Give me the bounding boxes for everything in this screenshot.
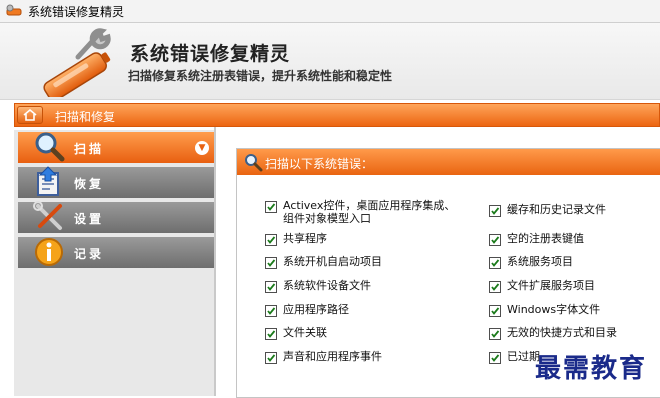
- wrench-battery-icon: [43, 28, 111, 97]
- sidebar-item-settings[interactable]: 设置: [18, 201, 214, 233]
- chevron-down-icon[interactable]: ▼: [195, 141, 209, 155]
- panel-title: 扫描以下系统错误：: [265, 157, 374, 171]
- window-titlebar: 系统错误修复精灵: [0, 0, 660, 23]
- checkbox-label: Windows字体文件: [507, 303, 601, 316]
- tools-icon: [33, 201, 62, 230]
- sidebar-item-label: 记录: [74, 247, 105, 261]
- breadcrumb-label: 扫描和修复: [55, 110, 116, 124]
- sidebar-item-label: 设置: [74, 212, 105, 226]
- checkbox-label: 文件关联: [283, 326, 327, 339]
- app-icon: [6, 4, 22, 16]
- checkbox-label: 无效的快捷方式和目录: [507, 326, 617, 339]
- checkbox[interactable]: [489, 352, 501, 364]
- magnifier-icon: [35, 132, 65, 162]
- home-icon: [23, 109, 37, 121]
- home-button[interactable]: [17, 106, 43, 124]
- banner-subtitle: 扫描修复系统注册表错误，提升系统性能和稳定性: [128, 69, 393, 83]
- sidebar-item-log[interactable]: 记录: [18, 237, 214, 268]
- sidebar: 扫描 ▼ 恢复 设置 记录: [14, 130, 214, 396]
- checkbox-label: 文件扩展服务项目: [507, 279, 595, 292]
- checkbox-label: 系统软件设备文件: [283, 279, 371, 292]
- sidebar-item-restore[interactable]: 恢复: [18, 166, 214, 198]
- checkbox[interactable]: [489, 281, 501, 293]
- checkbox-label: 空的注册表键值: [507, 232, 584, 245]
- watermark: 最需教育: [535, 354, 648, 384]
- checkbox[interactable]: [489, 205, 501, 217]
- sidebar-item-label: 扫描: [74, 142, 105, 156]
- checkbox[interactable]: [265, 257, 277, 269]
- checkbox-label: 共享程序: [283, 232, 327, 245]
- checkbox-label: 系统服务项目: [507, 255, 573, 268]
- checkbox[interactable]: [265, 352, 277, 364]
- checkbox[interactable]: [489, 234, 501, 246]
- checkbox-label: 声音和应用程序事件: [283, 350, 382, 363]
- info-icon: [35, 238, 63, 266]
- checkbox[interactable]: [265, 281, 277, 293]
- app-banner: 系统错误修复精灵 扫描修复系统注册表错误，提升系统性能和稳定性: [0, 23, 660, 100]
- checkbox-label: 应用程序路径: [283, 303, 349, 316]
- restore-icon: [37, 166, 59, 196]
- checkbox[interactable]: [265, 305, 277, 317]
- checkbox-label: 系统开机自启动项目: [283, 255, 382, 268]
- checkbox-label: 缓存和历史记录文件: [507, 203, 606, 216]
- checkbox[interactable]: [265, 328, 277, 340]
- checkbox[interactable]: [489, 328, 501, 340]
- scan-icon: [245, 154, 263, 172]
- checkbox[interactable]: [489, 305, 501, 317]
- checkbox[interactable]: [265, 234, 277, 246]
- window-title: 系统错误修复精灵: [28, 5, 125, 19]
- breadcrumb-bar: 扫描和修复: [14, 103, 660, 127]
- panel-header: 扫描以下系统错误：: [237, 149, 660, 175]
- content-divider: [214, 127, 216, 396]
- sidebar-item-label: 恢复: [74, 177, 105, 191]
- checkbox[interactable]: [489, 257, 501, 269]
- checkbox[interactable]: [265, 201, 277, 213]
- sidebar-item-scan[interactable]: 扫描 ▼: [18, 132, 214, 163]
- banner-title: 系统错误修复精灵: [130, 43, 291, 65]
- checkbox-label: Activex控件，桌面应用程序集成、组件对象模型入口: [283, 199, 456, 225]
